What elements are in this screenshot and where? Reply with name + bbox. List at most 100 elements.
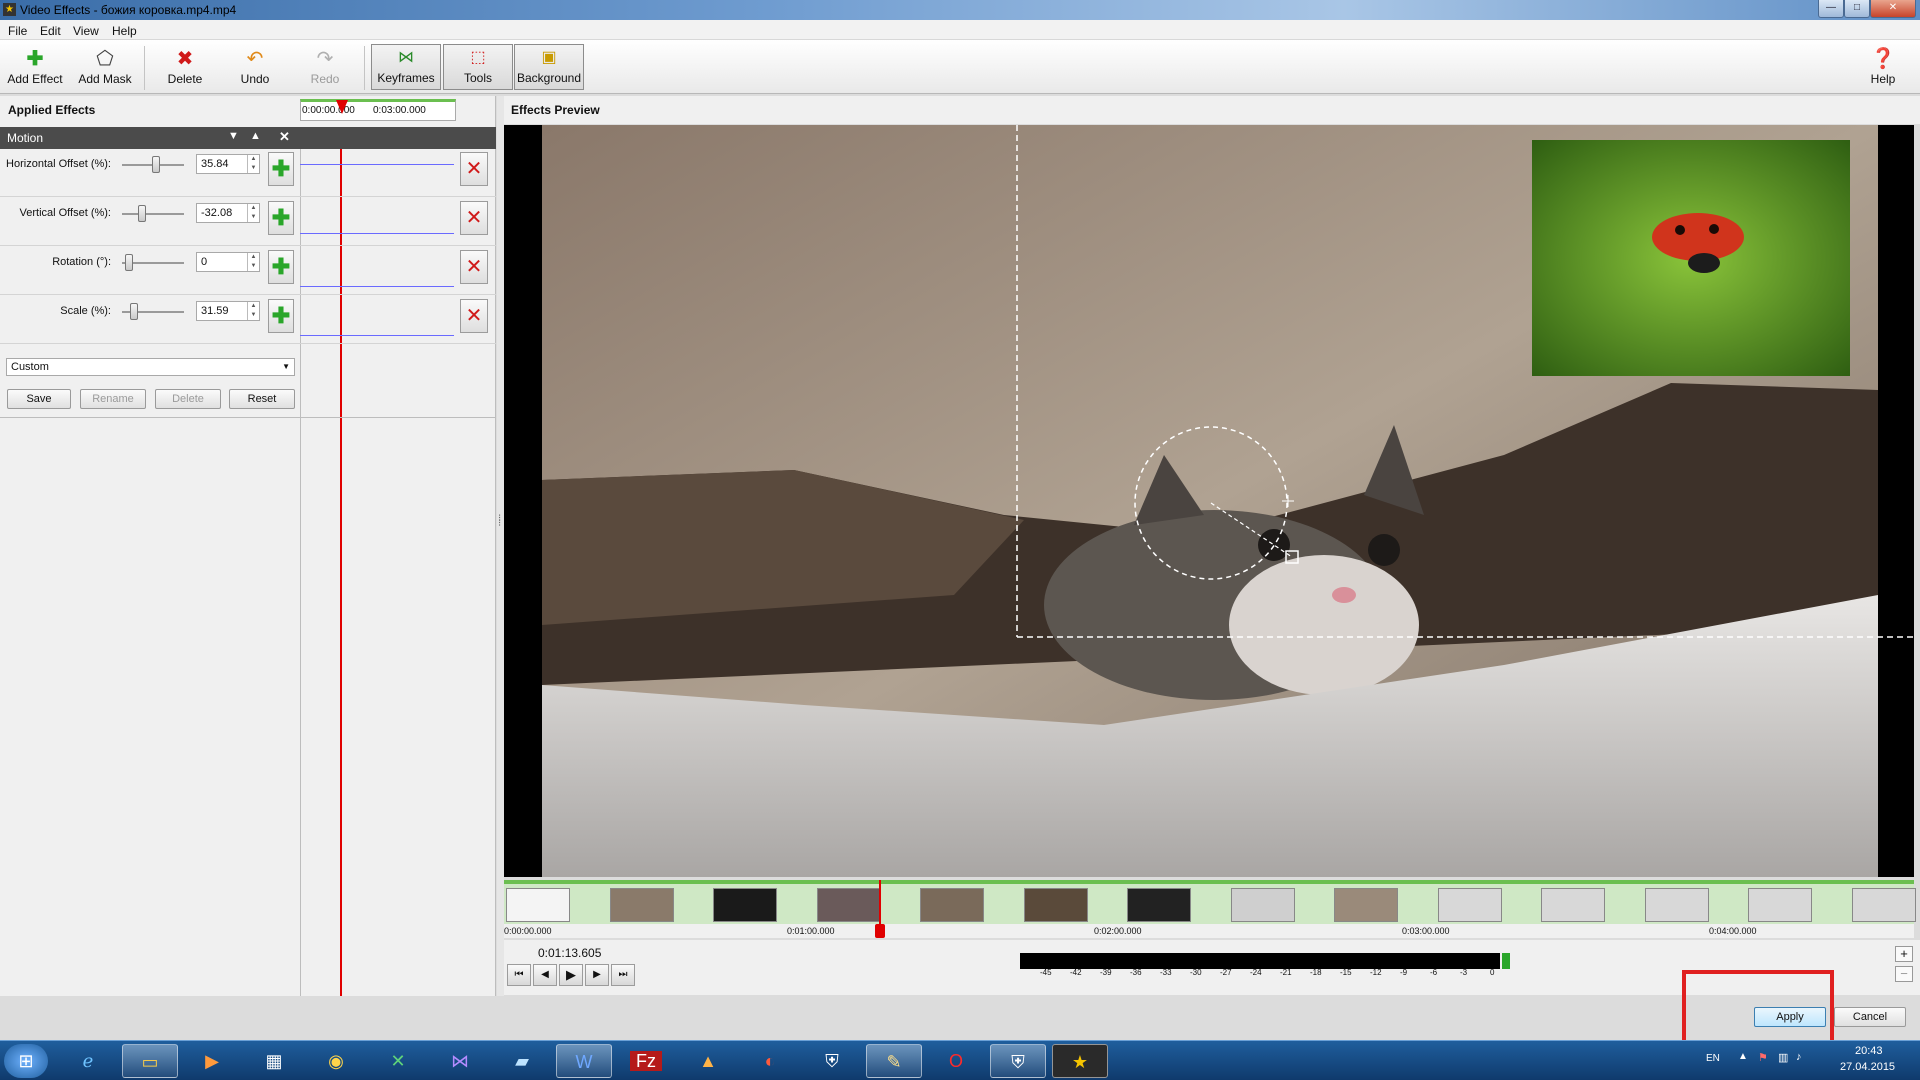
- panel-splitter[interactable]: ⁝ ⁝: [497, 96, 504, 996]
- add-keyframe-button[interactable]: ✚: [268, 250, 294, 284]
- start-button[interactable]: ⊞: [4, 1044, 48, 1078]
- taskbar-chrome[interactable]: ◉: [308, 1044, 364, 1078]
- taskbar-world-of-tanks[interactable]: ⛨: [804, 1044, 860, 1078]
- volume-icon[interactable]: ♪: [1796, 1051, 1802, 1063]
- param-value-input[interactable]: -32.08 ▲ ▼: [196, 203, 260, 223]
- effect-time-ruler[interactable]: 0:00:00.000 0:03:00.000: [300, 99, 456, 121]
- zoom-out-button[interactable]: −: [1895, 966, 1913, 982]
- keyframes-button[interactable]: ⋈ Keyframes: [371, 44, 441, 90]
- filmstrip-frame[interactable]: [1644, 888, 1709, 922]
- filmstrip-frame[interactable]: [1541, 888, 1605, 922]
- timeline-playhead[interactable]: [875, 924, 885, 938]
- taskbar-media-player[interactable]: ▶: [184, 1044, 240, 1078]
- spin-arrows-icon[interactable]: ▲ ▼: [247, 155, 259, 173]
- collapse-down-icon[interactable]: ▼: [228, 130, 239, 142]
- filmstrip-frame[interactable]: [1334, 888, 1398, 922]
- delete-button[interactable]: ✖ Delete: [152, 46, 218, 92]
- add-keyframe-button[interactable]: ✚: [268, 299, 294, 333]
- show-hidden-icons-icon[interactable]: ▲: [1738, 1051, 1748, 1062]
- taskbar-app[interactable]: ▲: [680, 1044, 736, 1078]
- slider-thumb[interactable]: [130, 303, 138, 320]
- spin-arrows-icon[interactable]: ▲ ▼: [247, 204, 259, 222]
- language-indicator[interactable]: EN: [1706, 1053, 1720, 1064]
- close-effect-icon[interactable]: ✕: [279, 129, 290, 145]
- taskbar-calculator[interactable]: ▦: [246, 1044, 302, 1078]
- filmstrip-frame[interactable]: [1023, 888, 1088, 922]
- taskbar-explorer[interactable]: ▭: [122, 1044, 178, 1078]
- filmstrip-frame[interactable]: [816, 888, 881, 922]
- param-slider[interactable]: [122, 156, 184, 173]
- filmstrip-frame[interactable]: [506, 888, 570, 922]
- delete-keyframe-button[interactable]: ✕: [460, 250, 488, 284]
- go-to-end-button[interactable]: ⏭: [611, 964, 635, 986]
- slider-thumb[interactable]: [125, 254, 133, 271]
- next-frame-button[interactable]: ▶: [585, 964, 609, 986]
- clock-time[interactable]: 20:43: [1855, 1045, 1883, 1057]
- add-keyframe-button[interactable]: ✚: [268, 201, 294, 235]
- add-effect-button[interactable]: ✚ Add Effect: [2, 46, 68, 92]
- add-mask-button[interactable]: ⬠ Add Mask: [72, 46, 138, 92]
- timeline-ruler[interactable]: 0:00:00.000 0:01:00.000 0:02:00.000 0:03…: [504, 924, 1914, 938]
- delete-keyframe-button[interactable]: ✕: [460, 152, 488, 186]
- zoom-in-button[interactable]: +: [1895, 946, 1913, 962]
- spin-arrows-icon[interactable]: ▲ ▼: [247, 302, 259, 320]
- background-button[interactable]: ▣ Background: [514, 44, 584, 90]
- taskbar-world-of-tanks-2[interactable]: ⛨: [990, 1044, 1046, 1078]
- previous-frame-button[interactable]: ◀: [533, 964, 557, 986]
- menu-edit[interactable]: Edit: [40, 24, 61, 38]
- add-keyframe-button[interactable]: ✚: [268, 152, 294, 186]
- taskbar-paint[interactable]: ✎: [866, 1044, 922, 1078]
- menu-view[interactable]: View: [73, 24, 99, 38]
- delete-preset-button[interactable]: Delete: [155, 389, 221, 409]
- slider-thumb[interactable]: [138, 205, 146, 222]
- effects-preview-canvas[interactable]: [504, 125, 1914, 877]
- redo-button[interactable]: ↷ Redo: [292, 46, 358, 92]
- filmstrip-frame[interactable]: [1851, 888, 1916, 922]
- filmstrip-frame[interactable]: [1127, 888, 1191, 922]
- preset-select[interactable]: Custom ▼: [6, 358, 295, 376]
- ruler-playhead[interactable]: [336, 100, 348, 114]
- filmstrip-frame[interactable]: [609, 888, 674, 922]
- play-button[interactable]: ▶: [559, 964, 583, 986]
- save-preset-button[interactable]: Save: [7, 389, 71, 409]
- action-center-icon[interactable]: ⚑: [1758, 1051, 1768, 1064]
- taskbar-video-editor[interactable]: ★: [1052, 1044, 1108, 1078]
- filmstrip-frame[interactable]: [1230, 888, 1295, 922]
- filmstrip-frame[interactable]: [920, 888, 984, 922]
- close-button[interactable]: ✕: [1870, 0, 1916, 18]
- filmstrip-frame[interactable]: [1437, 888, 1502, 922]
- undo-button[interactable]: ↶ Undo: [222, 46, 288, 92]
- taskbar-opera[interactable]: O: [928, 1044, 984, 1078]
- taskbar-word[interactable]: W: [556, 1044, 612, 1078]
- network-icon[interactable]: ▥: [1778, 1051, 1788, 1064]
- param-slider[interactable]: [122, 205, 184, 222]
- go-to-start-button[interactable]: ⏮: [507, 964, 531, 986]
- param-slider[interactable]: [122, 303, 184, 320]
- spin-arrows-icon[interactable]: ▲ ▼: [247, 253, 259, 271]
- param-value-input[interactable]: 0 ▲ ▼: [196, 252, 260, 272]
- delete-keyframe-button[interactable]: ✕: [460, 299, 488, 333]
- timeline-filmstrip[interactable]: [504, 880, 1916, 924]
- minimize-button[interactable]: —: [1818, 0, 1844, 18]
- param-slider[interactable]: [122, 254, 184, 271]
- taskbar-excel[interactable]: ✕: [370, 1044, 426, 1078]
- rename-preset-button[interactable]: Rename: [80, 389, 146, 409]
- slider-thumb[interactable]: [152, 156, 160, 173]
- collapse-up-icon[interactable]: ▲: [250, 130, 261, 142]
- reset-preset-button[interactable]: Reset: [229, 389, 295, 409]
- taskbar-ccleaner[interactable]: ◐: [742, 1044, 798, 1078]
- param-value-input[interactable]: 31.59 ▲ ▼: [196, 301, 260, 321]
- taskbar-filezilla[interactable]: Fz: [618, 1044, 674, 1078]
- motion-effect-header[interactable]: Motion ▼ ▲ ✕: [0, 127, 496, 149]
- help-button[interactable]: ❓ Help: [1850, 46, 1916, 92]
- taskbar-notes[interactable]: ▰: [494, 1044, 550, 1078]
- cancel-button[interactable]: Cancel: [1834, 1007, 1906, 1027]
- delete-keyframe-button[interactable]: ✕: [460, 201, 488, 235]
- param-value-input[interactable]: 35.84 ▲ ▼: [196, 154, 260, 174]
- menu-help[interactable]: Help: [112, 24, 137, 38]
- taskbar-visual-studio[interactable]: ⋈: [432, 1044, 488, 1078]
- tools-button[interactable]: ⬚ Tools: [443, 44, 513, 90]
- filmstrip-frame[interactable]: [1748, 888, 1812, 922]
- filmstrip-frame[interactable]: [713, 888, 777, 922]
- taskbar-ie[interactable]: ℯ: [60, 1044, 116, 1078]
